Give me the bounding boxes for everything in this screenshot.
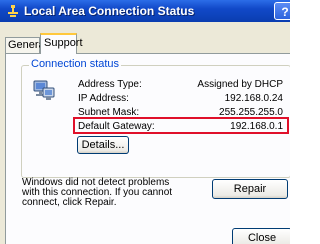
window-title: Local Area Connection Status (24, 4, 195, 18)
connection-status-label: Connection status (29, 58, 122, 70)
help-button[interactable]: ? (274, 2, 290, 20)
title-bar[interactable]: Local Area Connection Status ? (0, 0, 290, 22)
ip-address-label: IP Address: (78, 93, 129, 104)
address-type-value: Assigned by DHCP (197, 79, 283, 90)
repair-button[interactable]: Repair (212, 179, 288, 199)
ip-address-row: IP Address: 192.168.0.24 (78, 93, 283, 106)
tab-general[interactable]: General (5, 37, 47, 53)
address-type-label: Address Type: (78, 79, 142, 90)
ip-address-value: 192.168.0.24 (224, 93, 283, 104)
gateway-highlight-box (73, 117, 289, 134)
repair-message: Windows did not detect problems with thi… (22, 177, 173, 208)
network-connection-icon (8, 5, 18, 17)
tab-support[interactable]: Support (40, 33, 83, 54)
details-button[interactable]: Details... (77, 136, 129, 154)
close-button[interactable]: Close (232, 228, 290, 244)
address-type-row: Address Type: Assigned by DHCP (78, 79, 283, 92)
status-dialog: Local Area Connection Status ? General S… (0, 0, 290, 244)
network-connection-icon (33, 80, 55, 100)
